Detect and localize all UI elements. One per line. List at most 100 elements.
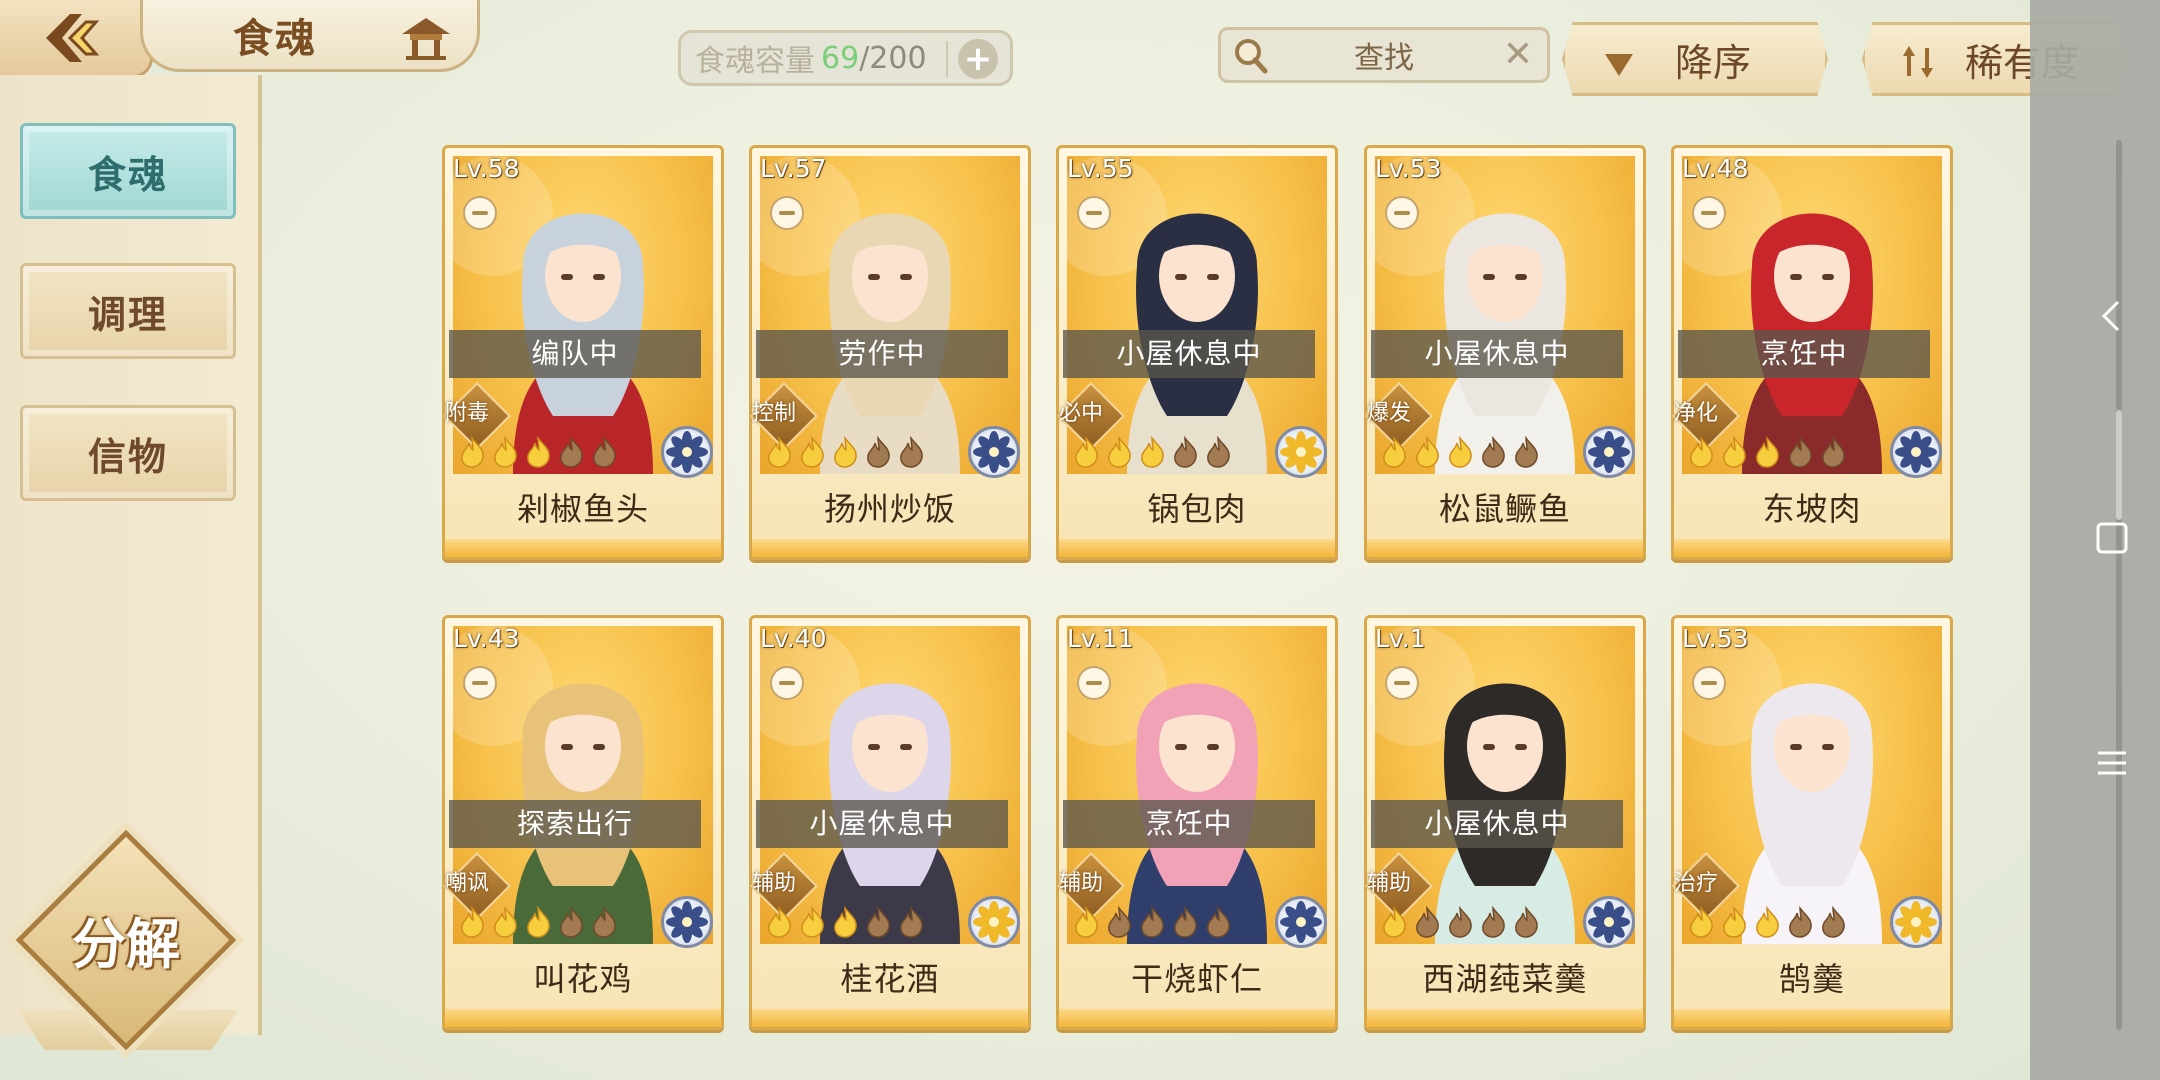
flame-star-icon <box>527 436 550 468</box>
status-banner: 小屋休息中 <box>756 800 1008 848</box>
flame-star-icon <box>1690 436 1713 468</box>
sort-arrows-icon <box>1903 46 1933 78</box>
sort-down-icon <box>1605 54 1633 76</box>
nav-home-icon[interactable] <box>2092 518 2132 558</box>
star-rating <box>1071 436 1234 468</box>
scroll-thumb[interactable] <box>2116 410 2122 520</box>
status-banner: 烹饪中 <box>1063 800 1315 848</box>
add-capacity-button[interactable]: + <box>958 39 998 79</box>
flame-star-icon <box>1449 436 1472 468</box>
role-label: 附毒 <box>445 401 490 426</box>
flame-star-icon <box>1416 436 1439 468</box>
element-badge <box>1275 426 1327 478</box>
nav-menu-icon[interactable] <box>2092 743 2132 783</box>
search-box[interactable]: 查找 ✕ <box>1218 27 1550 83</box>
level-label: Lv.11 <box>1067 624 1134 653</box>
flame-star-icon <box>1075 436 1098 468</box>
food-soul-card[interactable]: Lv.53 小屋休息中 爆发 松鼠鳜鱼 <box>1364 145 1646 560</box>
sidebar-item-tokens[interactable]: 信物 <box>20 405 236 501</box>
status-banner: 烹饪中 <box>1678 330 1930 378</box>
food-soul-card[interactable]: Lv.55 小屋休息中 必中 锅包肉 <box>1056 145 1338 560</box>
scroll-track[interactable] <box>2116 140 2122 1030</box>
role-label: 必中 <box>1059 401 1104 426</box>
star-rating <box>764 436 927 468</box>
pavilion-icon[interactable] <box>398 12 454 62</box>
role-label: 嘲讽 <box>445 871 490 896</box>
decompose-label[interactable]: 分解 <box>48 900 204 979</box>
level-label: Lv.43 <box>453 624 520 653</box>
role-label: 净化 <box>1674 401 1719 426</box>
back-button[interactable] <box>0 0 153 78</box>
flame-star-icon <box>1723 906 1746 938</box>
element-badge <box>661 426 713 478</box>
star-rating <box>1071 906 1234 938</box>
character-name: 鹄羹 <box>1778 960 1845 998</box>
sort-order-button[interactable]: 降序 <box>1562 22 1828 96</box>
equipment-slot-icon[interactable] <box>770 666 804 700</box>
equipment-slot-icon[interactable] <box>1385 666 1419 700</box>
sidebar-item-label: 调理 <box>87 292 168 337</box>
element-badge <box>1275 896 1327 948</box>
flame-star-icon <box>560 906 583 938</box>
food-soul-card[interactable]: Lv.57 劳作中 控制 扬州炒饭 <box>749 145 1031 560</box>
flame-star-icon <box>593 906 616 938</box>
sidebar-item-food-souls[interactable]: 食魂 <box>20 123 236 219</box>
element-badge <box>661 896 713 948</box>
capacity-separator: / <box>859 40 870 76</box>
flame-star-icon <box>1515 436 1538 468</box>
status-banner: 小屋休息中 <box>1371 330 1623 378</box>
back-arrow-icon <box>46 13 100 62</box>
food-soul-card[interactable]: Lv.40 小屋休息中 辅助 桂花酒 <box>749 615 1031 1030</box>
flame-star-icon <box>768 436 791 468</box>
flame-star-icon <box>1756 436 1779 468</box>
flame-star-icon <box>900 436 923 468</box>
flame-star-icon <box>1141 906 1164 938</box>
star-rating <box>764 906 927 938</box>
flame-star-icon <box>900 906 923 938</box>
flame-star-icon <box>1416 906 1439 938</box>
blue-flower-icon <box>1895 431 1937 473</box>
status-banner: 小屋休息中 <box>1371 800 1623 848</box>
level-label: Lv.48 <box>1682 154 1749 183</box>
card-bottom-strip <box>752 1009 1028 1027</box>
star-rating <box>1686 906 1849 938</box>
gold-flower-icon <box>973 901 1015 943</box>
food-soul-card[interactable]: Lv.43 探索出行 嘲讽 叫花鸡 <box>442 615 724 1030</box>
flame-star-icon <box>1174 906 1197 938</box>
flame-star-icon <box>1449 906 1472 938</box>
role-label: 治疗 <box>1674 871 1719 896</box>
flame-star-icon <box>1756 906 1779 938</box>
equipment-slot-icon[interactable] <box>463 196 497 230</box>
equipment-slot-icon[interactable] <box>1077 666 1111 700</box>
card-bottom-strip <box>1674 1009 1950 1027</box>
blue-flower-icon <box>666 901 708 943</box>
clear-search-icon[interactable]: ✕ <box>1503 34 1533 75</box>
food-soul-card[interactable]: Lv.11 烹饪中 辅助 干烧虾仁 <box>1056 615 1338 1030</box>
sidebar-item-conditioning[interactable]: 调理 <box>20 263 236 359</box>
flame-star-icon <box>1383 436 1406 468</box>
equipment-slot-icon[interactable] <box>1385 196 1419 230</box>
level-label: Lv.57 <box>760 154 827 183</box>
blue-flower-icon <box>1588 431 1630 473</box>
food-soul-card[interactable]: Lv.1 小屋休息中 辅助 西湖莼菜羹 <box>1364 615 1646 1030</box>
star-rating <box>1379 906 1542 938</box>
flame-star-icon <box>1822 906 1845 938</box>
card-bottom-strip <box>752 539 1028 557</box>
nav-back-icon[interactable] <box>2092 296 2132 336</box>
equipment-slot-icon[interactable] <box>770 196 804 230</box>
flame-star-icon <box>801 906 824 938</box>
food-soul-card[interactable]: Lv.53 治疗 鹄羹 <box>1671 615 1953 1030</box>
top-bar: 食魂 食魂容量 69 / 200 + 查找 ✕ 降序 稀有度 <box>0 0 2127 96</box>
equipment-slot-icon[interactable] <box>1692 196 1726 230</box>
equipment-slot-icon[interactable] <box>1692 666 1726 700</box>
level-label: Lv.53 <box>1375 154 1442 183</box>
flame-star-icon <box>1207 906 1230 938</box>
equipment-slot-icon[interactable] <box>1077 196 1111 230</box>
flame-star-icon <box>560 436 583 468</box>
food-soul-card[interactable]: Lv.58 编队中 附毒 剁椒鱼头 <box>442 145 724 560</box>
equipment-slot-icon[interactable] <box>463 666 497 700</box>
food-soul-card[interactable]: Lv.48 烹饪中 净化 东坡肉 <box>1671 145 1953 560</box>
flame-star-icon <box>867 436 890 468</box>
flame-star-icon <box>1075 906 1098 938</box>
status-banner: 探索出行 <box>449 800 701 848</box>
